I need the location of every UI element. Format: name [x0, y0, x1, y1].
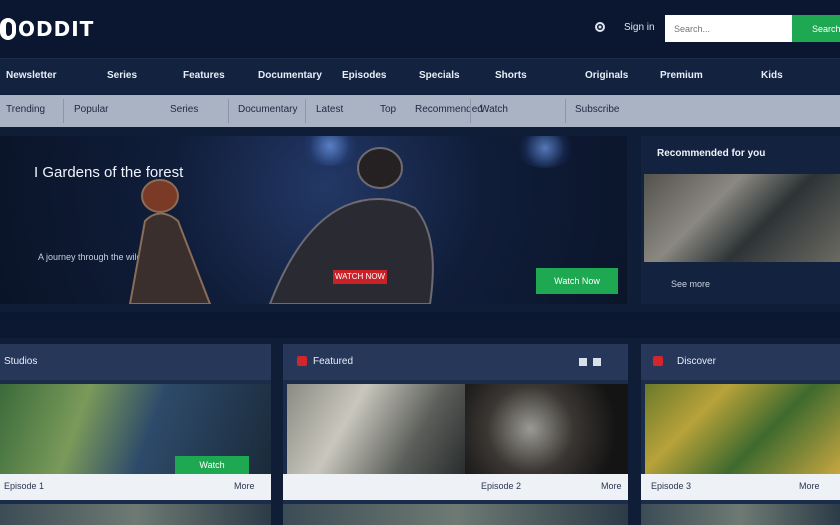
card-meta: Episode 2: [481, 481, 522, 491]
sub-nav-item[interactable]: Top: [380, 104, 396, 115]
nav-item[interactable]: Documentary: [258, 70, 322, 81]
content-card[interactable]: Discover Episode 3 More: [641, 344, 840, 525]
promo-link[interactable]: See more: [671, 279, 710, 289]
card-title: Studios: [4, 356, 38, 367]
card-footer: Episode 1 More: [0, 474, 271, 500]
nav-item[interactable]: Shorts: [495, 70, 527, 81]
card-preview-strip: [0, 504, 271, 525]
section-divider: [0, 312, 840, 338]
content-card[interactable]: Featured Episode 2 More: [283, 344, 628, 525]
divider: [228, 99, 229, 123]
sub-nav-item[interactable]: Series: [170, 104, 198, 115]
logo-text: ODDIT: [18, 17, 95, 41]
more-options-icon[interactable]: [579, 356, 609, 368]
card-header: Discover: [641, 344, 840, 380]
live-badge: [653, 356, 663, 366]
logo[interactable]: ODDIT: [0, 14, 94, 44]
nav-item[interactable]: Features: [183, 70, 225, 81]
card-preview-strip: [641, 504, 840, 525]
card-thumbnail[interactable]: [287, 384, 465, 474]
sub-nav-item[interactable]: Latest: [316, 104, 343, 115]
card-preview-strip: [283, 504, 628, 525]
card-more-link[interactable]: More: [234, 481, 255, 491]
sub-nav-item[interactable]: Subscribe: [575, 104, 619, 115]
sub-nav-item[interactable]: Recommended: [415, 104, 483, 115]
logo-mark: [0, 18, 16, 40]
card-watch-button[interactable]: Watch: [175, 456, 249, 474]
card-title: Discover: [677, 356, 716, 367]
promo-panel[interactable]: Recommended for you See more: [641, 136, 840, 304]
card-header: Studios: [0, 344, 271, 380]
divider: [63, 99, 64, 123]
hero-illustration: [128, 147, 434, 304]
nav-item[interactable]: Newsletter: [6, 70, 57, 81]
card-footer: Episode 3 More: [641, 474, 840, 500]
promo-title: Recommended for you: [657, 148, 766, 159]
sub-nav: Trending Popular Series Documentary Late…: [0, 95, 840, 127]
top-header: ODDIT Sign in Search: [0, 0, 840, 58]
card-title: Featured: [313, 356, 354, 367]
card-more-link[interactable]: More: [799, 481, 820, 491]
promo-image[interactable]: [644, 174, 840, 262]
main-nav: Newsletter Series Features Documentary E…: [0, 58, 840, 94]
card-thumbnail[interactable]: [465, 384, 628, 474]
card-meta: Episode 3: [651, 481, 692, 491]
hero-banner[interactable]: I Gardens of the forest A journey throug…: [0, 136, 627, 304]
nav-item[interactable]: Kids: [761, 70, 783, 81]
settings-icon[interactable]: [593, 20, 607, 34]
hero-tag: WATCH NOW: [333, 270, 387, 284]
nav-item[interactable]: Premium: [660, 70, 703, 81]
card-header: Featured: [283, 344, 628, 380]
search-button[interactable]: Search: [792, 15, 840, 42]
sub-nav-item[interactable]: Trending: [6, 104, 45, 115]
card-meta: Episode 1: [4, 481, 45, 491]
card-footer: Episode 2 More: [283, 474, 628, 500]
hero-figure-left: [128, 179, 212, 304]
card-more-link[interactable]: More: [601, 481, 622, 491]
content-card[interactable]: Studios Watch Episode 1 More: [0, 344, 271, 525]
watch-now-button[interactable]: Watch Now: [536, 268, 618, 294]
divider: [305, 99, 306, 123]
divider: [565, 99, 566, 123]
nav-item[interactable]: Specials: [419, 70, 460, 81]
sub-nav-item[interactable]: Documentary: [238, 104, 297, 115]
nav-item[interactable]: Originals: [585, 70, 628, 81]
sub-nav-item[interactable]: Popular: [74, 104, 108, 115]
nav-item[interactable]: Series: [107, 70, 137, 81]
nav-item[interactable]: Episodes: [342, 70, 386, 81]
search-input[interactable]: [665, 15, 792, 42]
divider: [470, 99, 471, 123]
sub-nav-item[interactable]: Watch: [480, 104, 508, 115]
card-thumbnail[interactable]: [645, 384, 840, 474]
live-badge: [297, 356, 307, 366]
sign-in-link[interactable]: Sign in: [624, 22, 655, 33]
